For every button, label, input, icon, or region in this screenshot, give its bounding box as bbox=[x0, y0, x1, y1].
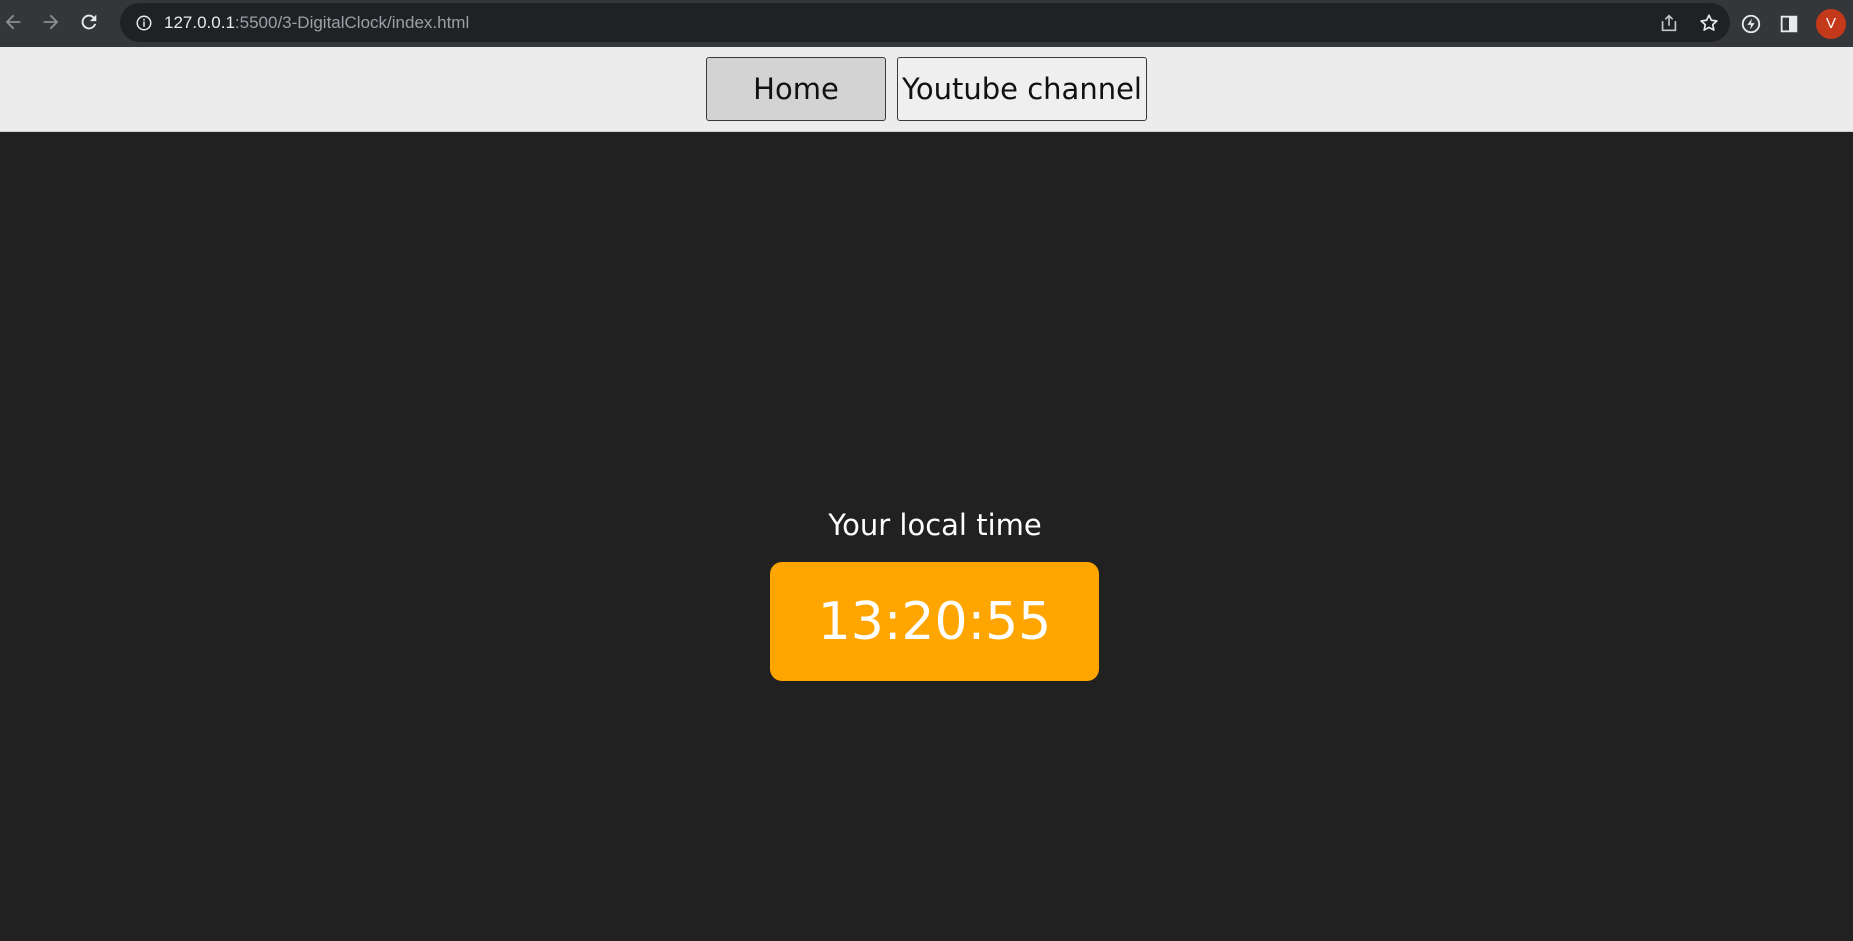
back-button[interactable] bbox=[0, 5, 32, 43]
address-bar[interactable]: 127.0.0.1:5500/3-DigitalClock/index.html bbox=[120, 3, 1730, 42]
url-host: 127.0.0.1 bbox=[164, 12, 235, 32]
arrow-left-icon bbox=[2, 11, 24, 37]
profile-avatar[interactable]: V bbox=[1816, 8, 1846, 39]
clock-area: Your local time 13:20:55 bbox=[0, 133, 1853, 941]
url-text[interactable]: 127.0.0.1:5500/3-DigitalClock/index.html bbox=[164, 13, 469, 33]
forward-button[interactable] bbox=[32, 5, 70, 43]
page-nav: Home Youtube channel bbox=[0, 47, 1853, 132]
info-icon[interactable] bbox=[134, 13, 154, 33]
side-panel-icon[interactable] bbox=[1778, 13, 1800, 35]
address-bar-actions bbox=[1658, 3, 1720, 42]
lightning-icon[interactable] bbox=[1740, 13, 1762, 35]
star-icon[interactable] bbox=[1698, 12, 1720, 34]
browser-toolbar: 127.0.0.1:5500/3-DigitalClock/index.html… bbox=[0, 0, 1853, 47]
clock-box: 13:20:55 bbox=[770, 562, 1099, 681]
clock-caption: Your local time bbox=[828, 508, 1042, 542]
reload-button[interactable] bbox=[70, 5, 108, 43]
url-path: :5500/3-DigitalClock/index.html bbox=[234, 12, 470, 32]
reload-icon bbox=[78, 11, 100, 37]
clock-time: 13:20:55 bbox=[817, 591, 1052, 652]
share-icon[interactable] bbox=[1658, 12, 1680, 34]
home-link[interactable]: Home bbox=[706, 57, 886, 121]
arrow-right-icon bbox=[40, 11, 62, 37]
youtube-channel-link[interactable]: Youtube channel bbox=[897, 57, 1147, 121]
toolbar-right: V bbox=[1740, 0, 1846, 47]
